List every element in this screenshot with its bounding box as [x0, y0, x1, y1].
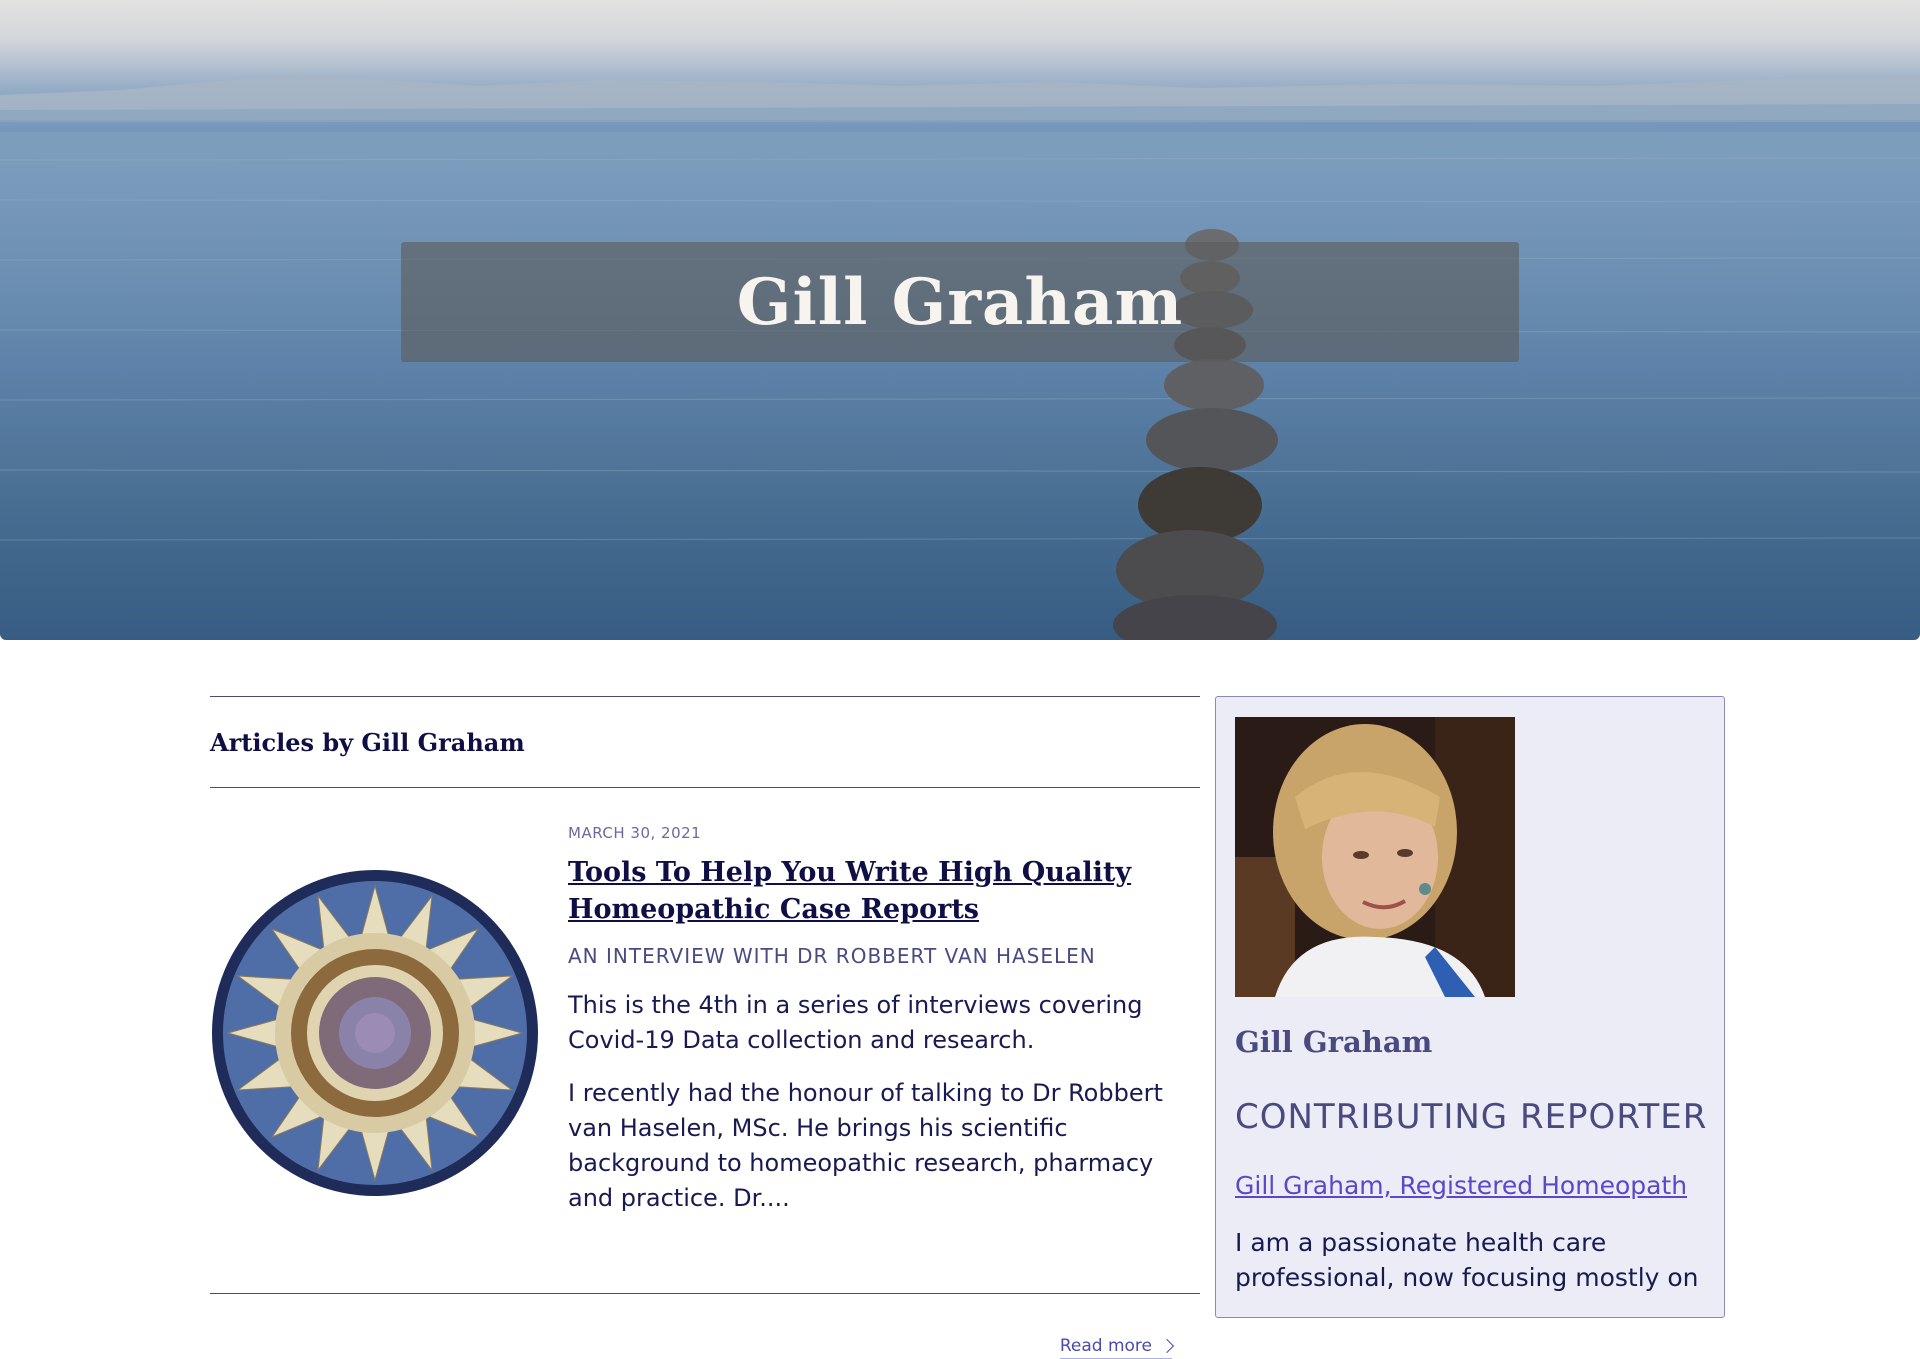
article-title-link[interactable]: Tools To Help You Write High Quality Hom… — [568, 854, 1168, 928]
hero-banner-image: Gill Graham — [0, 0, 1920, 640]
author-portrait — [1235, 717, 1515, 997]
author-photo — [1235, 717, 1515, 997]
author-sidebar: Gill Graham CONTRIBUTING REPORTER Gill G… — [1215, 696, 1725, 1318]
article-date: MARCH 30, 2021 — [568, 824, 702, 842]
author-role: CONTRIBUTING REPORTER — [1235, 1097, 1708, 1137]
chevron-right-icon — [1159, 1338, 1175, 1354]
author-name: Gill Graham — [1235, 1025, 1433, 1059]
article-excerpt: This is the 4th in a series of interview… — [568, 991, 1143, 1054]
author-bio: I am a passionate health care profession… — [1235, 1228, 1699, 1292]
article-thumbnail[interactable] — [210, 868, 540, 1198]
read-more-link[interactable]: Read more — [1059, 1336, 1175, 1359]
hero-title-box: Gill Graham — [401, 242, 1519, 362]
article-card: MARCH 30, 2021 Tools To Help You Write H… — [210, 788, 1200, 1359]
articles-section-header: Articles by Gill Graham — [210, 696, 1200, 788]
article-body: MARCH 30, 2021 Tools To Help You Write H… — [568, 824, 1168, 1216]
section-title: Articles by Gill Graham — [210, 727, 525, 757]
sunflower-mosaic-image — [210, 868, 540, 1198]
page-title: Gill Graham — [736, 264, 1184, 340]
articles-column: Articles by Gill Graham MARCH 30, 2021 T… — [210, 696, 1200, 1359]
article-excerpt: I recently had the honour of talking to … — [568, 1079, 1163, 1212]
read-more-label: Read more — [1059, 1336, 1152, 1356]
author-website-link[interactable]: Gill Graham, Registered Homeopath — [1235, 1171, 1687, 1200]
article-subtitle: AN INTERVIEW WITH DR ROBBERT VAN HASELEN — [568, 944, 1096, 968]
